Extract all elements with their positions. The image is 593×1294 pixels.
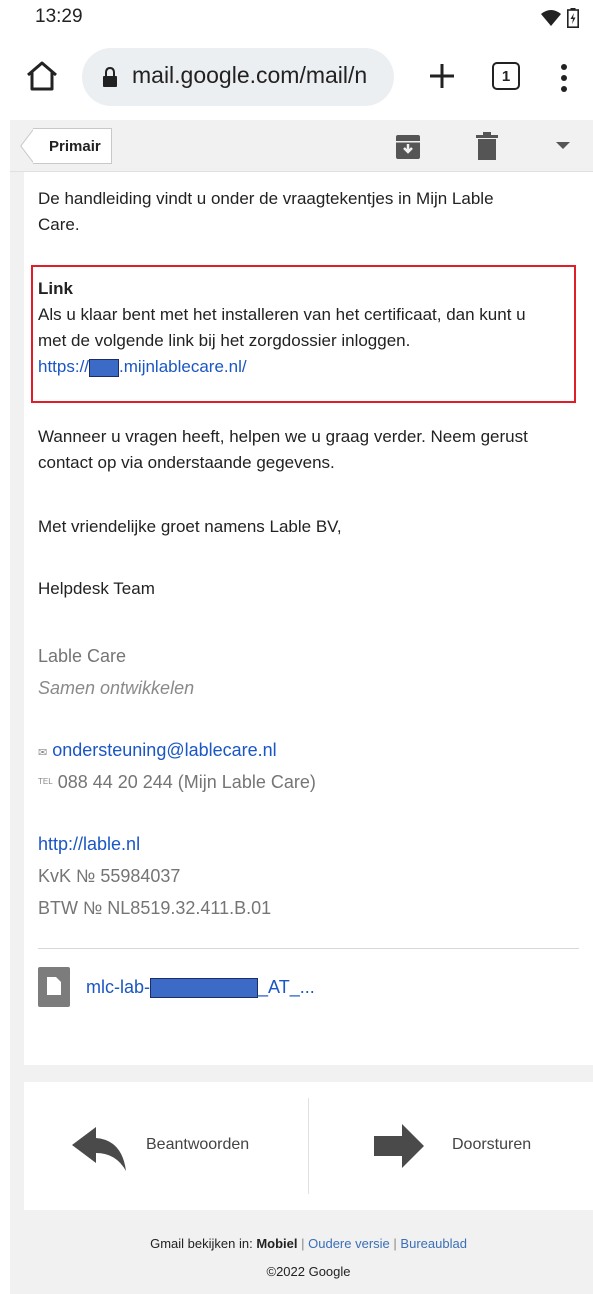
footer: Gmail bekijken in: Mobiel | Oudere versi… — [24, 1230, 593, 1286]
reply-label: Beantwoorden — [146, 1136, 250, 1153]
login-link[interactable]: https:// .mijnlablecare.nl/ — [38, 357, 247, 377]
btw-number: BTW № NL8519.32.411.B.01 — [38, 898, 272, 918]
footer-copyright: ©2022 Google — [266, 1264, 351, 1279]
status-icons — [541, 8, 579, 28]
footer-mobile: Mobiel — [256, 1236, 298, 1251]
archive-icon[interactable] — [395, 134, 421, 160]
content-area: De handleiding vindt u onder de vraagtek… — [10, 172, 593, 1294]
email-body: De handleiding vindt u onder de vraagtek… — [24, 172, 593, 1065]
link-body: Als u klaar bent met het installeren van… — [38, 302, 583, 380]
footer-desktop-link[interactable]: Bureaublad — [400, 1236, 467, 1251]
link-body-line-2: met de volgende link bij het zorgdossier… — [38, 331, 411, 350]
attachment-link[interactable]: mlc-lab- _AT_... — [86, 972, 566, 1002]
contact-phone: 088 44 20 244 (Mijn Lable Care) — [57, 772, 316, 792]
login-link-prefix: https:// — [38, 357, 90, 376]
home-button[interactable] — [20, 54, 64, 98]
reply-button[interactable]: Beantwoorden — [24, 1082, 308, 1210]
back-arrow-shape — [20, 128, 34, 164]
menu-dot-icon — [561, 86, 567, 92]
menu-dot-icon — [561, 64, 567, 70]
trash-icon[interactable] — [476, 132, 498, 160]
forward-arrow-icon — [374, 1124, 424, 1168]
more-dropdown-icon[interactable] — [556, 142, 570, 149]
attachment-suffix: _AT_... — [258, 977, 315, 997]
contact-email-link[interactable]: ondersteuning@lablecare.nl — [52, 740, 276, 760]
questions-line-1: Wanneer u vragen heeft, helpen we u graa… — [38, 427, 528, 446]
tab-switcher-button[interactable]: 1 — [492, 62, 520, 90]
new-tab-button[interactable] — [420, 54, 464, 98]
forward-button[interactable]: Doorsturen — [310, 1082, 593, 1210]
browser-menu-button[interactable] — [554, 58, 574, 98]
envelope-icon: ✉ — [38, 747, 48, 759]
address-bar[interactable]: mail.google.com/mail/n — [82, 48, 394, 106]
reply-arrow-icon — [72, 1127, 126, 1171]
signature: Helpdesk Team — [38, 579, 155, 598]
link-body-line-1: Als u klaar bent met het installeren van… — [38, 305, 526, 324]
browser-toolbar: mail.google.com/mail/n 1 — [0, 36, 593, 120]
intro-text: De handleiding vindt u onder de vraagtek… — [38, 186, 583, 238]
intro-line-2: Care. — [38, 215, 80, 234]
footer-view-label: Gmail bekijken in: — [150, 1236, 253, 1251]
footer-separator: | — [301, 1236, 305, 1251]
status-time: 13:29 — [35, 6, 83, 27]
intro-line-1: De handleiding vindt u onder de vraagtek… — [38, 189, 494, 208]
contact-email-row: ✉ ondersteuning@lablecare.nl — [38, 734, 583, 769]
wifi-icon — [541, 10, 561, 26]
questions-line-2: contact op via onderstaande gegevens. — [38, 453, 335, 472]
company-name: Lable Care — [38, 646, 127, 666]
plus-icon — [430, 64, 454, 88]
tab-count: 1 — [501, 67, 511, 85]
primair-label-box: Primair — [33, 128, 112, 164]
attachment-prefix: mlc-lab- — [86, 977, 151, 997]
divider — [38, 948, 579, 949]
company-tagline: Samen ontwikkelen — [38, 678, 195, 698]
action-separator — [308, 1098, 309, 1194]
footer-view-row: Gmail bekijken in: Mobiel | Oudere versi… — [24, 1230, 593, 1258]
battery-icon — [567, 8, 579, 28]
phone-icon: TEL — [38, 777, 53, 786]
menu-dot-icon — [561, 75, 567, 81]
primair-label: Primair — [49, 137, 101, 155]
file-icon — [38, 967, 70, 1007]
redaction-block — [89, 358, 120, 377]
website-link[interactable]: http://lable.nl — [38, 828, 583, 860]
website-link-text: http://lable.nl — [38, 834, 141, 854]
reply-actions: Beantwoorden Doorsturen — [24, 1082, 593, 1210]
contact-phone-row: TEL 088 44 20 244 (Mijn Lable Care) — [38, 766, 583, 798]
redaction-block — [150, 978, 259, 999]
lock-icon — [103, 67, 117, 87]
kvk-number: KvK № 55984037 — [38, 866, 181, 886]
login-link-suffix: .mijnlablecare.nl/ — [119, 357, 247, 376]
forward-label: Doorsturen — [452, 1136, 532, 1153]
status-bar: 13:29 — [0, 0, 593, 36]
gmail-toolbar: Primair — [10, 120, 593, 172]
greeting: Met vriendelijke groet namens Lable BV, — [38, 517, 342, 536]
footer-older-version-link[interactable]: Oudere versie — [308, 1236, 390, 1251]
url-text: mail.google.com/mail/n — [132, 62, 368, 88]
questions-text: Wanneer u vragen heeft, helpen we u graa… — [38, 424, 583, 476]
link-heading: Link — [38, 279, 73, 298]
footer-separator: | — [393, 1236, 397, 1251]
home-icon — [27, 61, 57, 91]
